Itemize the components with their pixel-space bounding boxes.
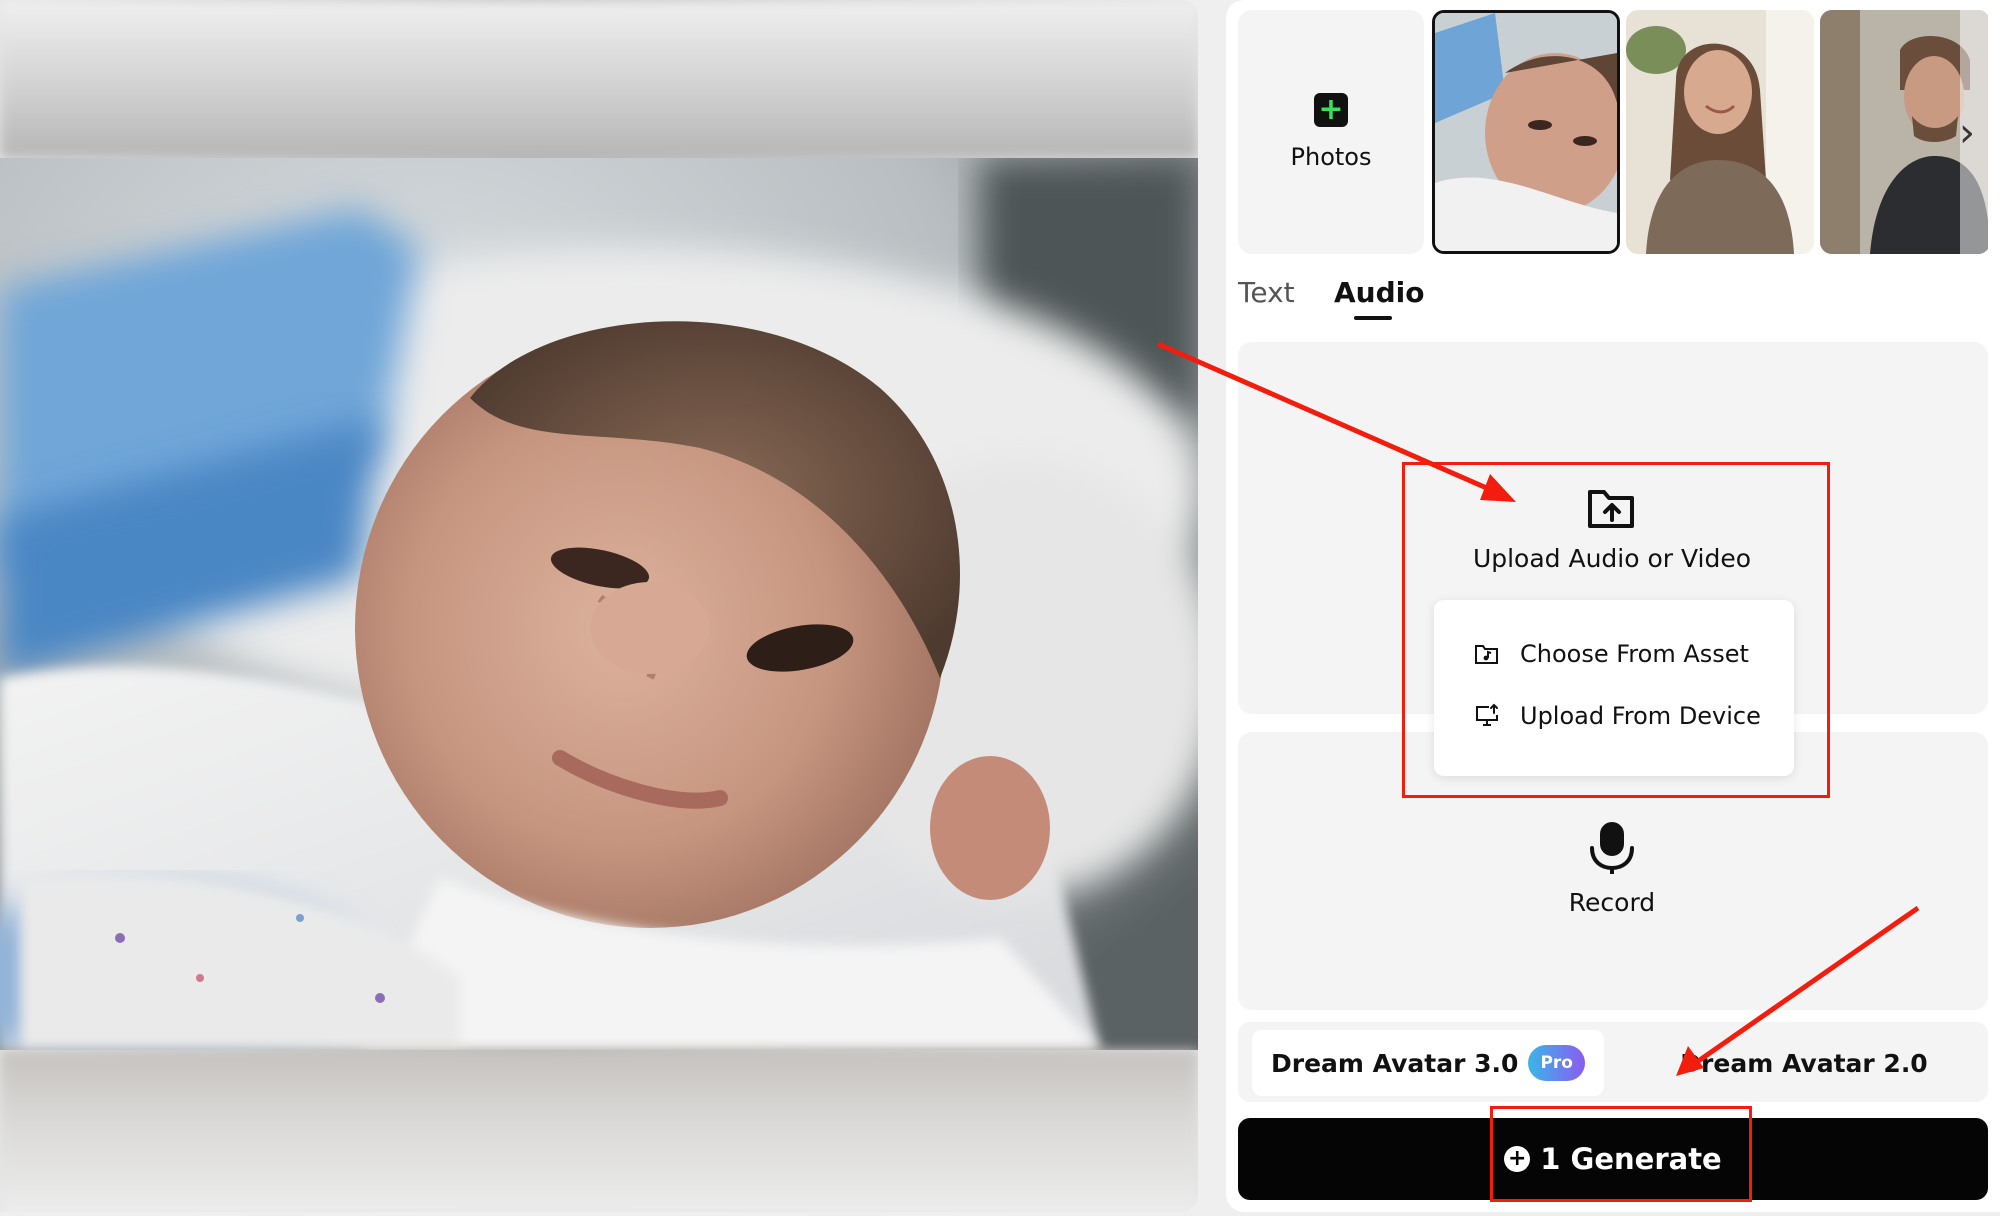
choose-from-asset-label: Choose From Asset [1520, 640, 1749, 668]
baby-photo [0, 158, 1198, 1050]
upload-from-device-label: Upload From Device [1520, 702, 1761, 730]
photos-label: Photos [1290, 143, 1372, 171]
model-option-dream-avatar-2[interactable]: Dream Avatar 2.0 [1628, 1030, 1980, 1096]
avatar-thumbnail-baby[interactable] [1432, 10, 1620, 254]
generate-button[interactable]: + 1 Generate [1238, 1118, 1988, 1200]
microphone-icon [1588, 820, 1636, 876]
avatar-thumbnail-row: + Photos [1238, 10, 1988, 254]
folder-music-icon [1474, 641, 1500, 667]
upload-audio-label: Upload Audio or Video [1472, 544, 1752, 573]
chevron-right-icon[interactable]: › [1950, 110, 1984, 156]
plus-circle-icon: + [1504, 1146, 1531, 1172]
pro-badge: Pro [1528, 1045, 1585, 1081]
preview-blur-top [0, 0, 1198, 158]
upload-source-menu: Choose From Asset Upload From Device [1434, 600, 1794, 776]
model-option-label: Dream Avatar 3.0 [1271, 1048, 1519, 1078]
avatar-thumbnail-woman[interactable] [1626, 10, 1814, 254]
tab-text[interactable]: Text [1238, 276, 1295, 309]
plus-icon: + [1314, 93, 1348, 127]
generate-label: 1 Generate [1540, 1142, 1722, 1176]
record-label: Record [1568, 888, 1656, 917]
active-tab-indicator [1354, 316, 1392, 320]
tab-audio[interactable]: Audio [1334, 276, 1424, 309]
model-option-dream-avatar-3[interactable]: Dream Avatar 3.0 Pro [1252, 1030, 1604, 1096]
preview-image [0, 158, 1198, 1050]
model-option-label: Dream Avatar 2.0 [1680, 1048, 1928, 1078]
menu-item-choose-from-asset[interactable]: Choose From Asset [1474, 640, 1749, 668]
monitor-upload-icon [1474, 703, 1500, 729]
app-root: + Photos › Text Audio Upload Audio or Vi… [0, 0, 2000, 1216]
model-selector: Dream Avatar 3.0 Pro Dream Avatar 2.0 [1238, 1022, 1988, 1102]
menu-item-upload-from-device[interactable]: Upload From Device [1474, 702, 1761, 730]
preview-blur-bottom [0, 1050, 1198, 1212]
folder-upload-icon [1586, 484, 1638, 532]
preview-area [0, 0, 1198, 1212]
add-photos-button[interactable]: + Photos [1238, 10, 1424, 254]
